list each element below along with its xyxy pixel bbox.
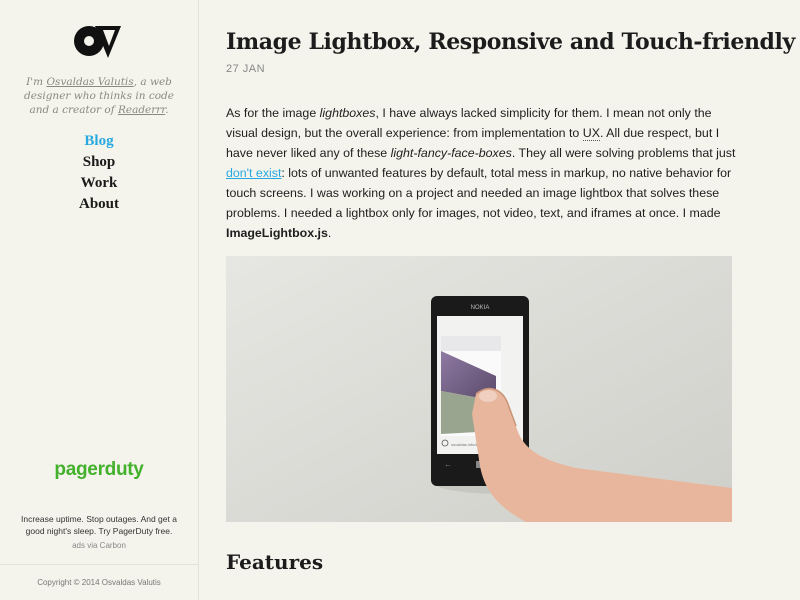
readerrr-link[interactable]: Readerrr	[118, 104, 165, 116]
hero-image[interactable]: NOKIA osvaldas.info/examples ←	[226, 256, 732, 522]
ad-text[interactable]: Increase uptime. Stop outages. And get a…	[20, 513, 178, 537]
ux-abbr: UX	[582, 126, 600, 141]
svg-text:←: ←	[444, 460, 452, 469]
sidebar: I'm Osvaldas Valutis, a web designer who…	[0, 0, 199, 600]
ad-brand-logo[interactable]: pagerduty	[0, 459, 198, 481]
post-paragraph: As for the image lightboxes, I have alwa…	[226, 106, 736, 240]
post-title: Image Lightbox, Responsive and Touch-fri…	[226, 29, 795, 55]
dont-exist-link[interactable]: don't exist	[226, 166, 281, 180]
sidebar-divider	[0, 564, 198, 565]
nav-item-blog[interactable]: Blog	[0, 131, 198, 152]
nav-item-work[interactable]: Work	[0, 173, 198, 194]
nav-item-shop[interactable]: Shop	[0, 152, 198, 173]
author-intro: I'm Osvaldas Valutis, a web designer who…	[24, 76, 174, 116]
features-heading: Features	[226, 550, 324, 574]
copyright: Copyright © 2014 Osvaldas Valutis	[37, 578, 161, 587]
phone-photo: NOKIA osvaldas.info/examples ←	[226, 256, 732, 522]
post-date: 27 JAN	[226, 63, 266, 75]
nav-item-about[interactable]: About	[0, 194, 198, 215]
site-logo-icon[interactable]	[73, 22, 123, 60]
phone-brand: NOKIA	[471, 305, 490, 311]
author-link[interactable]: Osvaldas Valutis	[46, 76, 133, 88]
main-nav: Blog Shop Work About	[0, 131, 198, 215]
ad-via-label[interactable]: ads via Carbon	[0, 541, 198, 550]
